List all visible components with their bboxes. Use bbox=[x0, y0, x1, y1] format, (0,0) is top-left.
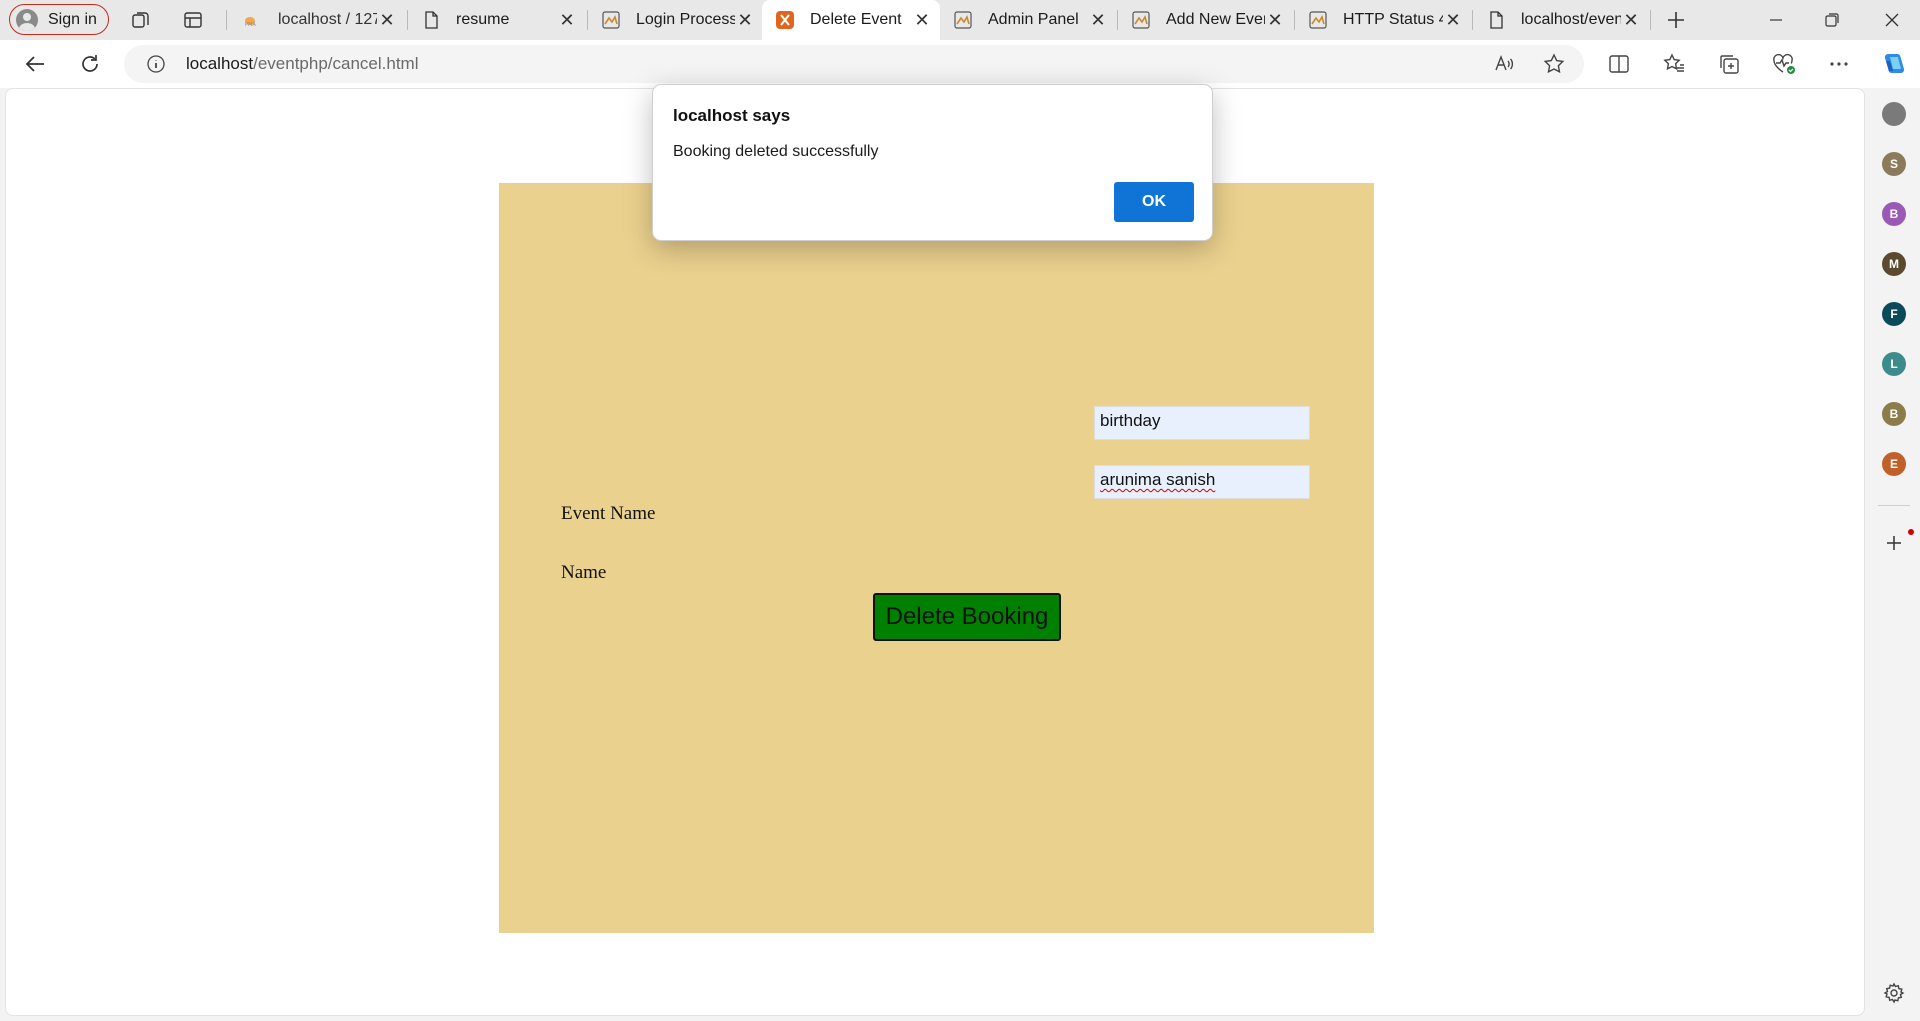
tab-separator bbox=[226, 10, 227, 30]
new-tab-icon[interactable] bbox=[1662, 6, 1690, 34]
workspaces-icon[interactable] bbox=[127, 6, 155, 34]
sign-in-button[interactable]: Sign in bbox=[9, 4, 109, 35]
event-name-label: Event Name bbox=[561, 503, 656, 524]
sidebar-profile-7[interactable]: B bbox=[1882, 402, 1906, 426]
sign-in-label: Sign in bbox=[48, 10, 97, 28]
tab-add-new-event[interactable]: Add New Even ✕ bbox=[1118, 0, 1293, 40]
tab-label: Add New Even bbox=[1166, 11, 1265, 28]
cat-icon bbox=[1309, 11, 1327, 29]
tab-http-status[interactable]: HTTP Status 40 ✕ bbox=[1295, 0, 1471, 40]
tab-separator bbox=[1650, 10, 1651, 30]
page-icon bbox=[1487, 11, 1505, 29]
page-icon bbox=[422, 11, 440, 29]
tab-label: resume bbox=[456, 11, 510, 28]
cat-icon bbox=[954, 11, 972, 29]
cat-icon bbox=[602, 11, 620, 29]
sidebar-divider bbox=[1878, 505, 1910, 506]
more-options-icon[interactable] bbox=[1822, 48, 1856, 80]
tab-label: Delete Event bbox=[810, 11, 902, 28]
address-bar[interactable]: localhost/eventphp/cancel.html bbox=[124, 45, 1584, 83]
tab-login-process[interactable]: Login Process ✕ bbox=[588, 0, 763, 40]
add-sidebar-app-icon[interactable] bbox=[1882, 531, 1906, 555]
tab-label: Admin Panel bbox=[988, 11, 1079, 28]
url-host: localhost bbox=[186, 54, 254, 73]
name-label: Name bbox=[561, 562, 607, 583]
tab-label: localhost / 127 bbox=[278, 11, 377, 28]
close-tab-icon[interactable]: ✕ bbox=[557, 10, 577, 30]
xampp-icon bbox=[776, 11, 794, 29]
event-name-field[interactable]: birthday bbox=[1094, 406, 1310, 440]
profile-avatar-icon bbox=[16, 8, 38, 31]
url-path: /eventphp/cancel.html bbox=[253, 54, 419, 73]
browser-essentials-icon[interactable] bbox=[1767, 48, 1801, 80]
address-toolbar: localhost/eventphp/cancel.html bbox=[0, 40, 1920, 88]
sidebar-profile-8[interactable]: E bbox=[1882, 452, 1906, 476]
tab-label: localhost/even bbox=[1521, 11, 1621, 28]
ok-button[interactable]: OK bbox=[1114, 182, 1194, 222]
notification-dot bbox=[1908, 529, 1914, 535]
tab-actions-icon[interactable] bbox=[179, 6, 207, 34]
svg-text:PMA: PMA bbox=[245, 22, 256, 27]
event-name-value: birthday bbox=[1100, 411, 1161, 430]
favorites-icon[interactable] bbox=[1657, 48, 1691, 80]
tab-localhost-event[interactable]: localhost/even ✕ bbox=[1473, 0, 1649, 40]
close-tab-icon[interactable]: ✕ bbox=[1443, 10, 1463, 30]
settings-gear-icon[interactable] bbox=[1882, 981, 1906, 1005]
sidebar-profile-2[interactable]: S bbox=[1882, 152, 1906, 176]
back-arrow-icon[interactable] bbox=[18, 48, 52, 80]
close-tab-icon[interactable]: ✕ bbox=[1088, 10, 1108, 30]
name-value: arunima sanish bbox=[1100, 470, 1216, 489]
close-tab-icon[interactable]: ✕ bbox=[735, 10, 755, 30]
collections-icon[interactable] bbox=[1712, 48, 1746, 80]
close-tab-icon[interactable]: ✕ bbox=[1621, 10, 1641, 30]
delete-booking-button[interactable]: Delete Booking bbox=[873, 593, 1061, 641]
tab-delete-event[interactable]: Delete Event ✕ bbox=[762, 0, 940, 40]
close-tab-icon[interactable]: ✕ bbox=[912, 10, 932, 30]
close-tab-icon[interactable]: ✕ bbox=[1265, 10, 1285, 30]
tab-strip: Sign in PMA localhost / 127 ✕ resume ✕ L… bbox=[0, 0, 1920, 40]
split-screen-icon[interactable] bbox=[1602, 48, 1636, 80]
name-field[interactable]: arunima sanish bbox=[1094, 465, 1310, 499]
sidebar-profile-4[interactable]: M bbox=[1882, 252, 1906, 276]
minimize-icon[interactable] bbox=[1748, 0, 1804, 40]
cat-icon bbox=[1132, 11, 1150, 29]
restore-icon[interactable] bbox=[1804, 0, 1860, 40]
edge-sidebar: S B M F L B E bbox=[1868, 88, 1920, 1021]
refresh-icon[interactable] bbox=[73, 48, 107, 80]
tab-resume[interactable]: resume ✕ bbox=[408, 0, 585, 40]
url-text[interactable]: localhost/eventphp/cancel.html bbox=[186, 54, 419, 74]
sidebar-profile-6[interactable]: L bbox=[1882, 352, 1906, 376]
sidebar-profile-1[interactable] bbox=[1882, 102, 1906, 126]
dialog-message: Booking deleted successfully bbox=[673, 143, 879, 160]
sidebar-profile-5[interactable]: F bbox=[1882, 302, 1906, 326]
tab-localhost-phpmyadmin[interactable]: PMA localhost / 127 ✕ bbox=[230, 0, 405, 40]
tab-label: Login Process bbox=[636, 11, 735, 28]
sidebar-profile-3[interactable]: B bbox=[1882, 202, 1906, 226]
site-info-icon[interactable] bbox=[146, 54, 166, 79]
alert-dialog: localhost says Booking deleted successfu… bbox=[652, 84, 1213, 241]
copilot-icon[interactable] bbox=[1876, 48, 1910, 80]
close-window-icon[interactable] bbox=[1864, 0, 1920, 40]
close-tab-icon[interactable]: ✕ bbox=[377, 10, 397, 30]
dialog-title: localhost says bbox=[673, 106, 791, 125]
favorite-star-icon[interactable] bbox=[1537, 48, 1571, 80]
delete-booking-form: Event Name birthday Name arunima sanish … bbox=[499, 183, 1374, 933]
read-aloud-icon[interactable] bbox=[1487, 48, 1521, 80]
tab-admin-panel[interactable]: Admin Panel ✕ bbox=[940, 0, 1116, 40]
phpmyadmin-icon: PMA bbox=[244, 11, 262, 29]
tab-label: HTTP Status 40 bbox=[1343, 11, 1443, 28]
